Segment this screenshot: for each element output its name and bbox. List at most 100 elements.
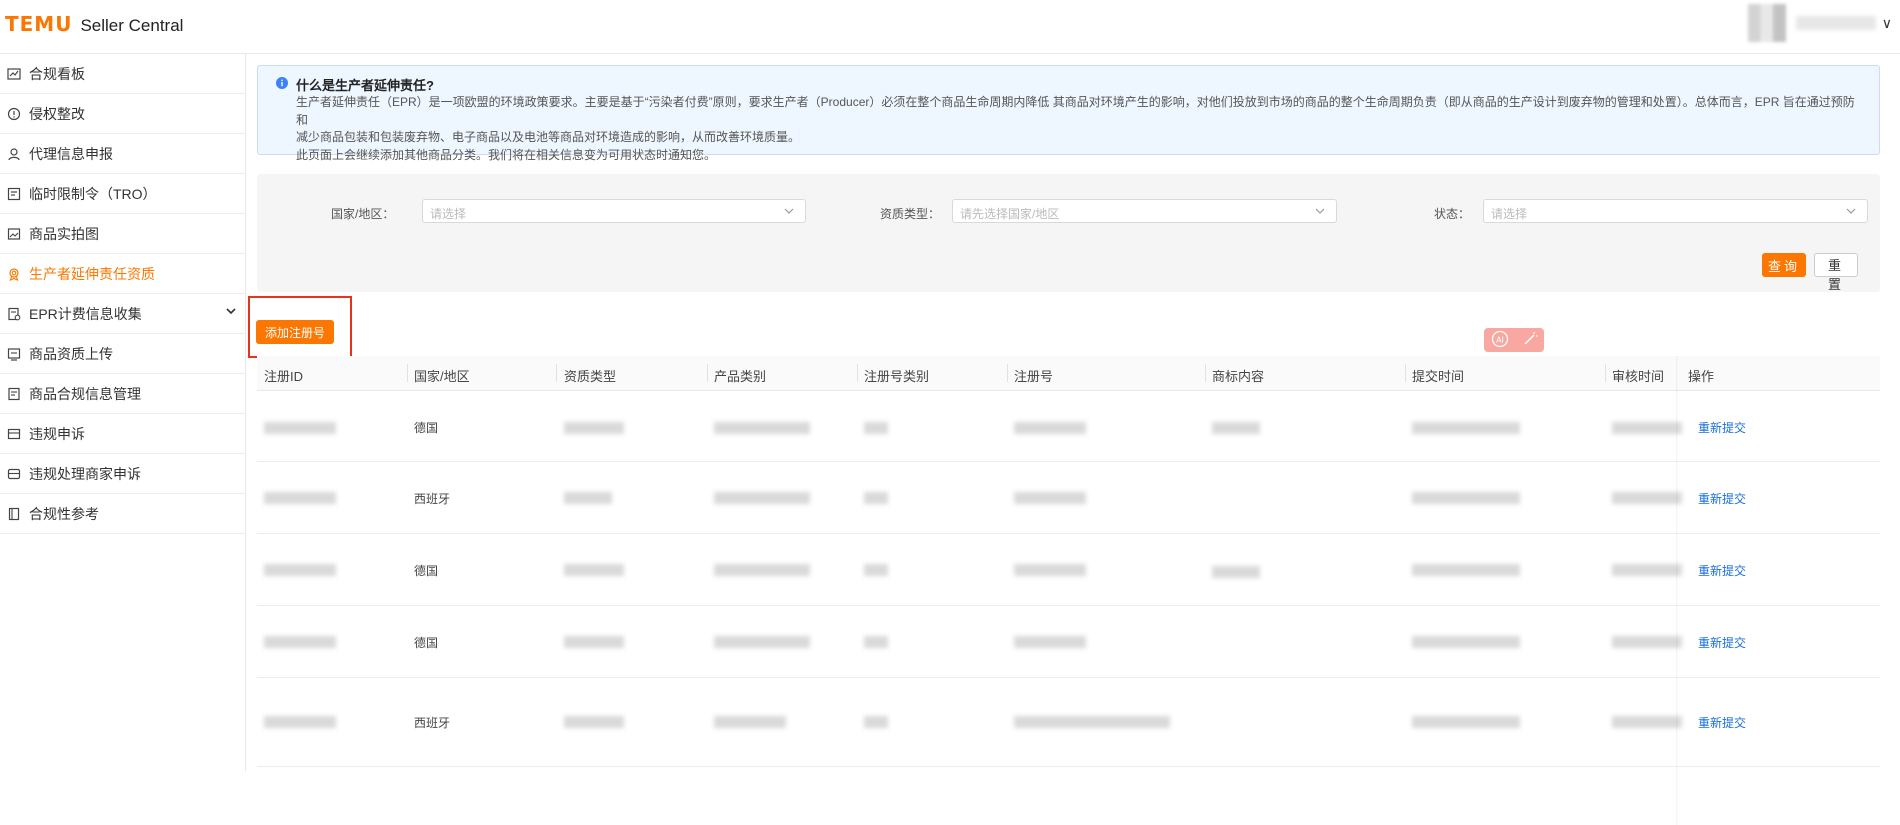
fixed-column-shadow xyxy=(1676,356,1678,825)
reset-button[interactable]: 重置 xyxy=(1814,253,1858,292)
redacted-cell xyxy=(1412,422,1520,434)
add-registration-button[interactable]: 添加注册号 xyxy=(256,320,334,344)
registration-table: 注册ID 国家/地区 资质类型 产品类别 注册号类别 注册号 商标内容 提交时间… xyxy=(257,356,1880,767)
sidebar-item-epr-billing[interactable]: EPR计费信息收集 xyxy=(0,294,245,334)
country-cell: 西班牙 xyxy=(414,716,451,730)
sidebar-item-label: 商品实拍图 xyxy=(29,225,99,242)
redacted-cell xyxy=(1412,564,1520,576)
resubmit-link[interactable]: 重新提交 xyxy=(1698,634,1746,651)
product-name: Seller Central xyxy=(80,16,184,35)
sidebar-item-label: 商品合规信息管理 xyxy=(29,385,141,402)
redacted-cell xyxy=(1014,422,1086,434)
column-separator xyxy=(857,364,858,382)
user-menu[interactable]: ∨ xyxy=(1747,4,1892,42)
sidebar-item-label: 侵权整改 xyxy=(29,105,85,122)
country-filter-label: 国家/地区： xyxy=(331,207,395,221)
redacted-cell xyxy=(1612,492,1682,504)
qualification-filter-label: 资质类型： xyxy=(880,207,941,221)
column-separator xyxy=(407,364,408,382)
user-name-redacted xyxy=(1795,16,1876,30)
resubmit-link[interactable]: 重新提交 xyxy=(1698,562,1746,579)
sidebar-item-epr-qualification[interactable]: 生产者延伸责任资质 xyxy=(0,254,245,294)
main-content: 什么是生产者延伸责任? 生产者延伸责任（EPR）是一项欧盟的环境政策要求。主要是… xyxy=(246,54,1900,825)
chevron-down-icon[interactable] xyxy=(225,305,237,320)
user-icon xyxy=(6,146,22,162)
status-select[interactable]: 请选择 xyxy=(1483,199,1868,223)
appeal-icon xyxy=(6,426,22,442)
column-separator xyxy=(1605,364,1606,382)
sidebar-item-compliance-info[interactable]: 商品合规信息管理 xyxy=(0,374,245,414)
epr-info-notice: 什么是生产者延伸责任? 生产者延伸责任（EPR）是一项欧盟的环境政策要求。主要是… xyxy=(257,65,1880,162)
redacted-cell xyxy=(564,636,624,648)
sidebar-item-merchant-appeal[interactable]: 违规处理商家申诉 xyxy=(0,454,245,494)
redacted-cell xyxy=(264,564,336,576)
book-icon xyxy=(6,506,22,522)
column-header-actions: 操作 xyxy=(1688,369,1715,384)
sidebar-item-compliance-dashboard[interactable]: 合规看板 xyxy=(0,54,245,94)
brand-logo: TEMU xyxy=(5,12,73,36)
redacted-cell xyxy=(864,492,888,504)
notice-title: 什么是生产者延伸责任? xyxy=(296,78,434,93)
table-row: 西班牙 重新提交 xyxy=(257,678,1880,767)
query-button[interactable]: 查询 xyxy=(1762,253,1806,277)
redacted-cell xyxy=(714,422,810,434)
qualification-select[interactable]: 请先选择国家/地区 xyxy=(952,199,1337,223)
column-header-registration-type: 注册号类别 xyxy=(864,369,930,384)
chevron-down-icon xyxy=(1845,205,1857,220)
resubmit-link[interactable]: 重新提交 xyxy=(1698,419,1746,436)
sidebar-item-label: 生产者延伸责任资质 xyxy=(29,265,155,282)
avatar[interactable] xyxy=(1747,4,1786,42)
top-header: TEMU Seller Central ∨ xyxy=(0,0,1900,54)
sidebar-item-compliance-reference[interactable]: 合规性参考 xyxy=(0,494,245,534)
column-header-trademark: 商标内容 xyxy=(1212,369,1265,384)
redacted-cell xyxy=(1014,564,1086,576)
ai-icon[interactable]: AI xyxy=(1491,330,1509,351)
sidebar-item-qualification-upload[interactable]: 商品资质上传 xyxy=(0,334,245,374)
column-header-registration-number: 注册号 xyxy=(1014,369,1054,384)
column-separator xyxy=(1405,364,1406,382)
redacted-cell xyxy=(714,716,786,728)
redacted-cell xyxy=(1412,492,1520,504)
sidebar-item-label: 违规处理商家申诉 xyxy=(29,465,141,482)
country-select[interactable]: 请选择 xyxy=(422,199,806,223)
chevron-down-icon xyxy=(783,205,795,220)
sidebar-item-product-photos[interactable]: 商品实拍图 xyxy=(0,214,245,254)
document-icon xyxy=(6,386,22,402)
chevron-down-icon[interactable]: ∨ xyxy=(1882,15,1892,32)
ai-assistant-widget[interactable]: AI xyxy=(1484,328,1544,352)
table-header: 注册ID 国家/地区 资质类型 产品类别 注册号类别 注册号 商标内容 提交时间… xyxy=(257,356,1880,391)
magic-wand-icon[interactable] xyxy=(1522,331,1538,350)
column-header-qualification-type: 资质类型 xyxy=(564,369,617,384)
redacted-cell xyxy=(564,564,624,576)
resubmit-link[interactable]: 重新提交 xyxy=(1698,490,1746,507)
redacted-cell xyxy=(864,636,888,648)
redacted-cell xyxy=(1412,716,1520,728)
redacted-cell xyxy=(1612,716,1682,728)
redacted-cell xyxy=(564,492,612,504)
image-icon xyxy=(6,226,22,242)
redacted-cell xyxy=(1612,636,1682,648)
table-row: 德国 重新提交 xyxy=(257,391,1880,462)
svg-text:AI: AI xyxy=(1496,335,1504,344)
sidebar-item-tro[interactable]: 临时限制令（TRO） xyxy=(0,174,245,214)
sidebar-item-agent-info[interactable]: 代理信息申报 xyxy=(0,134,245,174)
resubmit-link[interactable]: 重新提交 xyxy=(1698,714,1746,731)
status-filter-label: 状态： xyxy=(1434,207,1471,221)
redacted-cell xyxy=(1212,422,1260,434)
redacted-cell xyxy=(1412,636,1520,648)
redacted-cell xyxy=(714,564,810,576)
chevron-down-icon xyxy=(1314,205,1326,220)
sidebar-item-violation-appeal[interactable]: 违规申诉 xyxy=(0,414,245,454)
table-row: 德国 重新提交 xyxy=(257,534,1880,606)
column-header-submit-time: 提交时间 xyxy=(1412,369,1465,384)
notice-body: 生产者延伸责任（EPR）是一项欧盟的环境政策要求。主要是基于“污染者付费”原则，… xyxy=(296,94,1866,164)
redacted-cell xyxy=(864,422,888,434)
redacted-cell xyxy=(714,492,810,504)
sidebar-item-label: 合规性参考 xyxy=(29,505,99,522)
chart-line-icon xyxy=(6,66,22,82)
sidebar-item-label: 合规看板 xyxy=(29,65,85,82)
logo[interactable]: TEMU Seller Central xyxy=(5,12,183,36)
merchant-appeal-icon xyxy=(6,466,22,482)
sidebar-item-infringement[interactable]: 侵权整改 xyxy=(0,94,245,134)
redacted-cell xyxy=(1212,566,1260,578)
